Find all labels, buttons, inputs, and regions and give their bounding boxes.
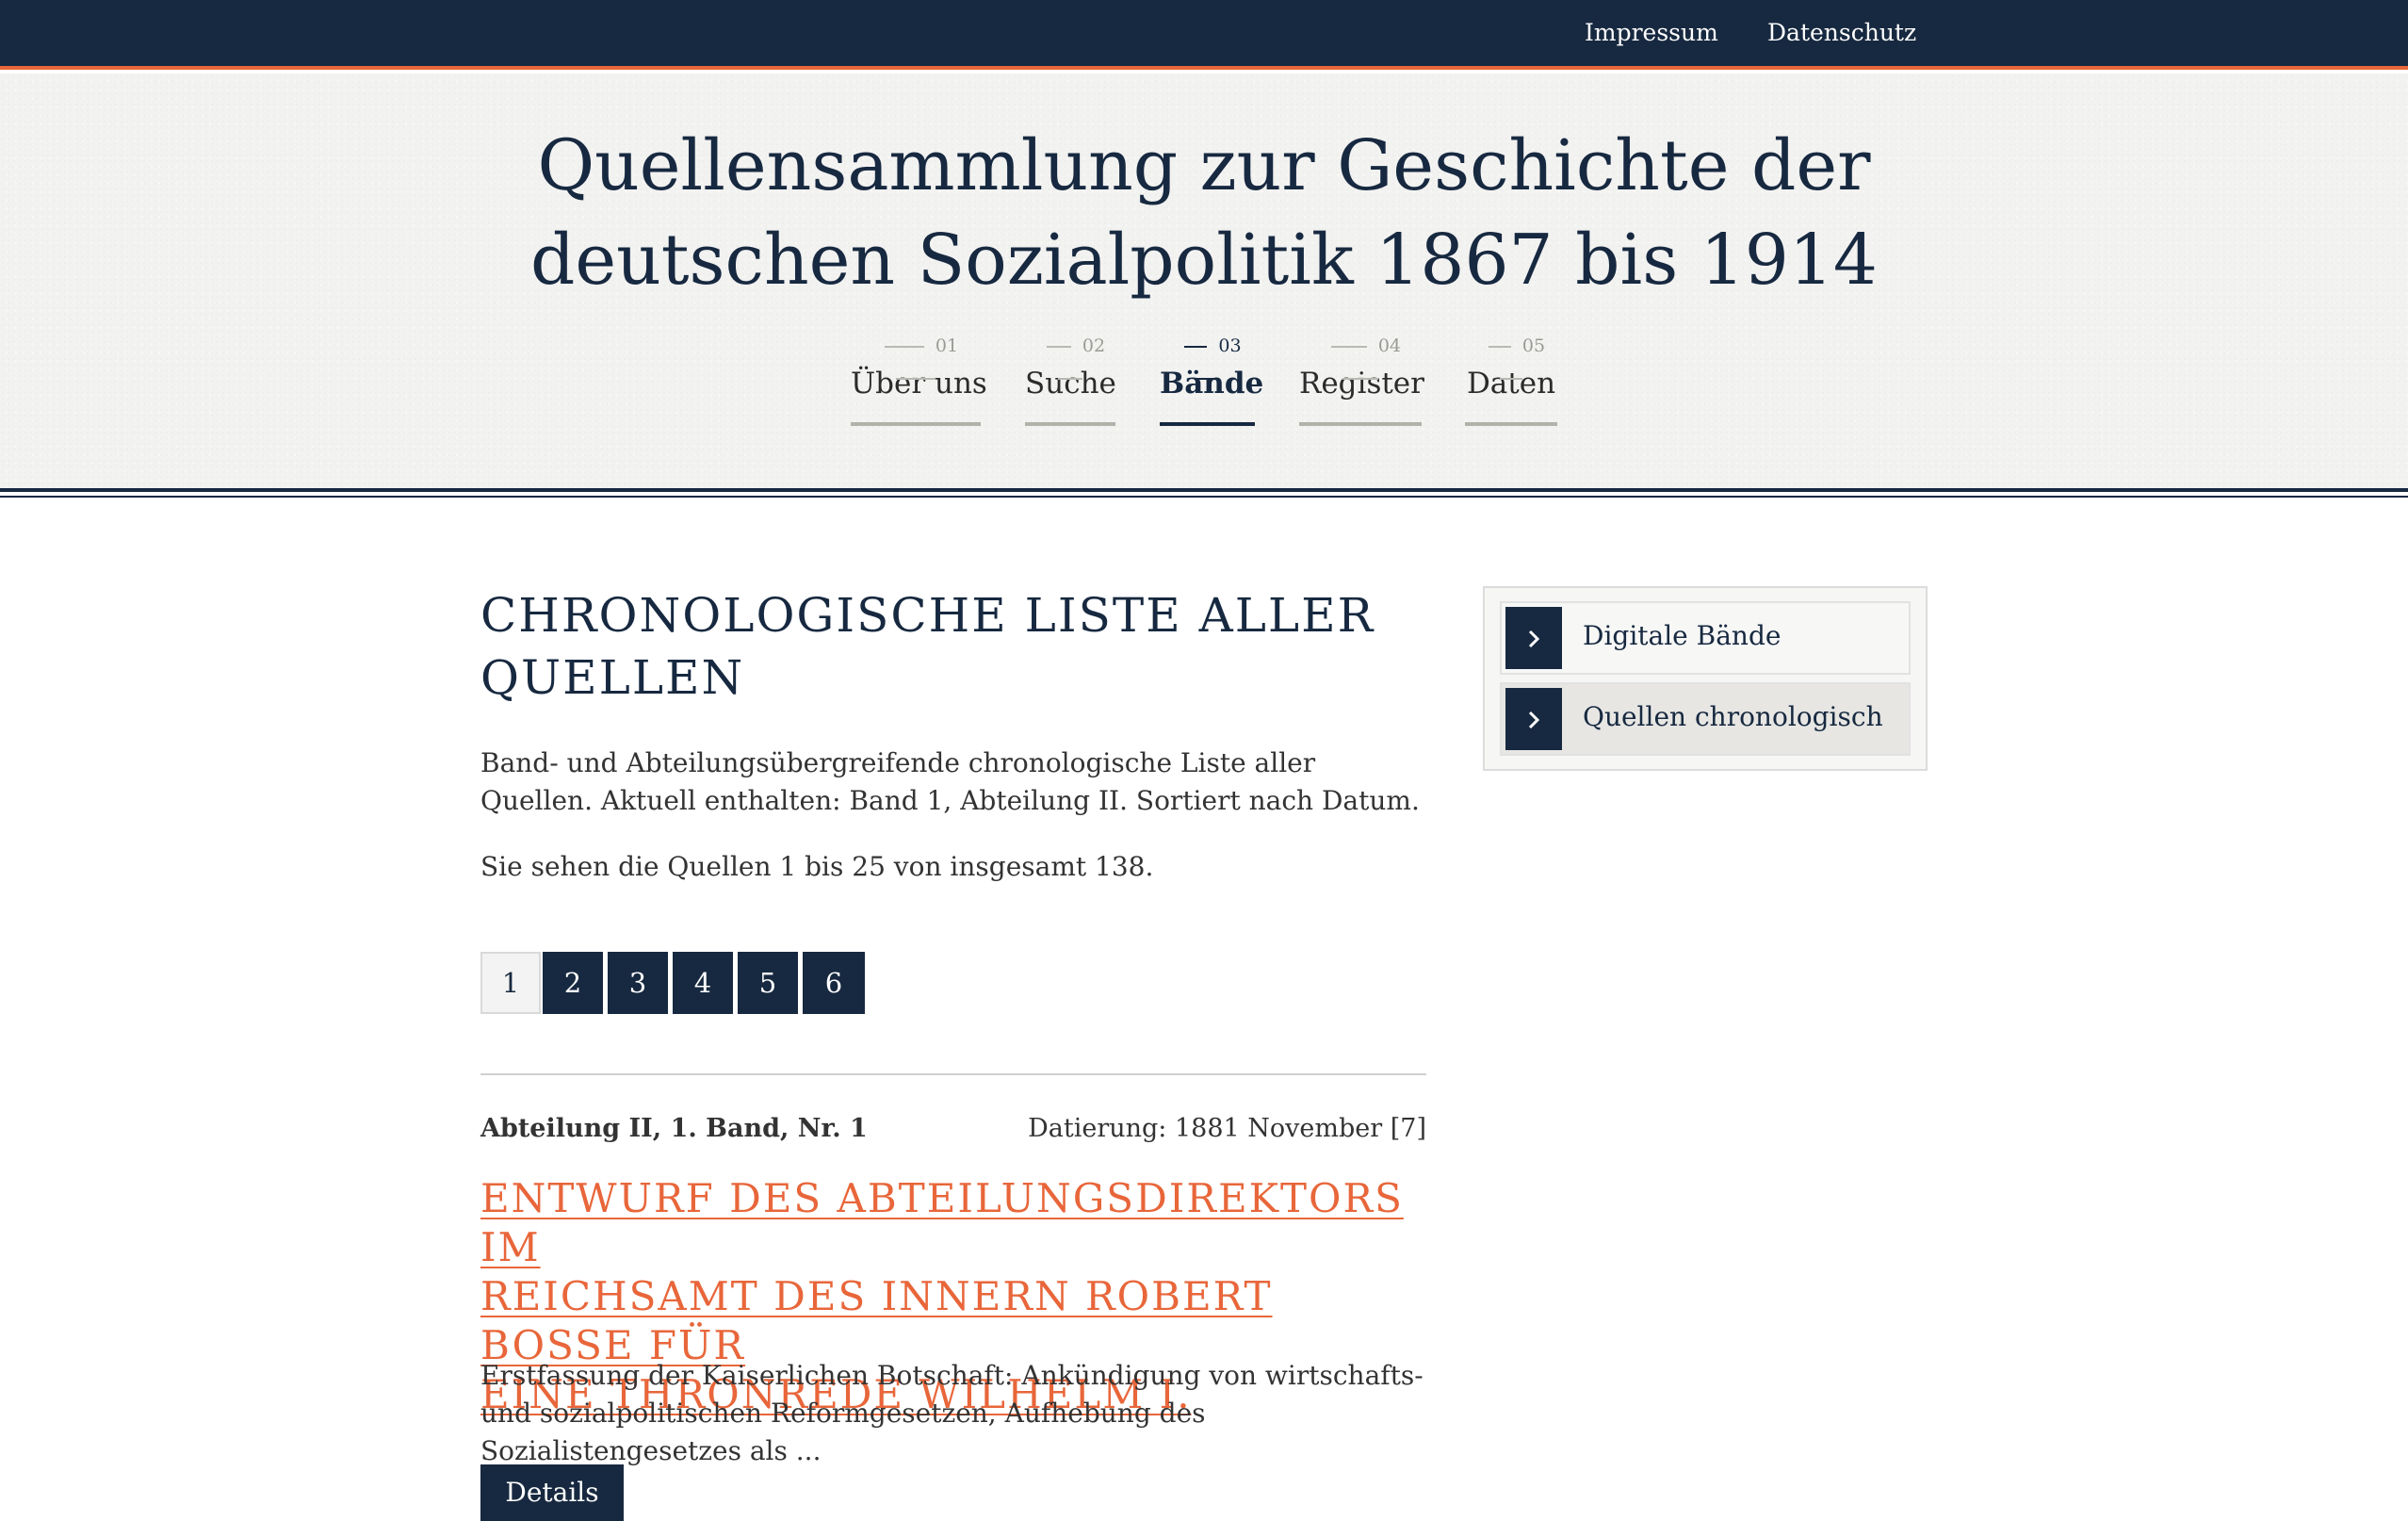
page-title-line: CHRONOLOGISCHE LISTE ALLER — [480, 588, 1375, 643]
chevron-right-icon — [1505, 688, 1562, 750]
sidebar-item-quellen-chronologisch[interactable]: Quellen chronologisch — [1500, 682, 1911, 756]
site-title[interactable]: Quellensammlung zur Geschichte der deuts… — [0, 119, 2408, 307]
page-button[interactable]: 2 — [543, 952, 603, 1014]
nav-item-ueber-uns[interactable]: 01 Über uns — [851, 330, 987, 426]
page-button[interactable]: 6 — [803, 952, 865, 1014]
entry-excerpt: Erstfassung der Kaiserlichen Botschaft: … — [480, 1360, 1424, 1466]
sidebar-item-label: Quellen chronologisch — [1583, 701, 1883, 732]
chevron-right-icon — [1505, 607, 1562, 669]
intro-text: Band- und Abteilungsübergreifende chrono… — [480, 747, 1420, 816]
details-button[interactable]: Details — [480, 1464, 624, 1521]
entry-title-line: REICHSAMT DES INNERN ROBERT BOSSE FÜR — [480, 1273, 1273, 1368]
main-nav: 01 Über uns 02 Suche 03 Bände 04 Registe… — [0, 330, 2408, 443]
page-button[interactable]: 3 — [608, 952, 668, 1014]
nav-number: 03 — [1160, 330, 1255, 380]
site-title-line: Quellensammlung zur Geschichte der — [537, 125, 1871, 206]
entry-reference: Abteilung II, 1. Band, Nr. 1 — [480, 1114, 868, 1143]
page-button[interactable]: 5 — [738, 952, 798, 1014]
page-button-current[interactable]: 1 — [480, 952, 541, 1014]
impressum-link[interactable]: Impressum — [1585, 19, 1718, 46]
site-title-line: deutschen Sozialpolitik 1867 bis 1914 — [529, 220, 1879, 301]
nav-number: 04 — [1299, 330, 1422, 380]
entry-title-line: ENTWURF DES ABTEILUNGSDIREKTORS IM — [480, 1175, 1404, 1270]
nav-item-register[interactable]: 04 Register — [1299, 330, 1424, 426]
nav-number: 01 — [851, 330, 981, 380]
sidebar-item-digitale-baende[interactable]: Digitale Bände — [1500, 601, 1911, 675]
nav-item-daten[interactable]: 05 Daten — [1465, 330, 1557, 426]
page-title-line: QUELLEN — [480, 650, 745, 705]
result-count: Sie sehen die Quellen 1 bis 25 von insge… — [480, 851, 1154, 882]
nav-item-baende[interactable]: 03 Bände — [1160, 330, 1263, 426]
top-bar: Impressum Datenschutz — [0, 0, 2408, 70]
page-title: CHRONOLOGISCHE LISTE ALLER QUELLEN — [480, 584, 1426, 709]
list-divider — [480, 1073, 1426, 1075]
entry-date: Datierung: 1881 November [7] — [1028, 1114, 1426, 1143]
nav-number: 05 — [1465, 330, 1557, 380]
main-content: CHRONOLOGISCHE LISTE ALLER QUELLEN Band-… — [480, 584, 1426, 886]
nav-number: 02 — [1025, 330, 1115, 380]
sidebar-item-label: Digitale Bände — [1583, 620, 1782, 651]
page-button[interactable]: 4 — [673, 952, 733, 1014]
header-divider — [0, 488, 2408, 498]
entry-meta: Abteilung II, 1. Band, Nr. 1 Datierung: … — [480, 1114, 1426, 1152]
datenschutz-link[interactable]: Datenschutz — [1767, 19, 1916, 46]
nav-item-suche[interactable]: 02 Suche — [1025, 330, 1116, 426]
sidebar-menu: Digitale Bände Quellen chronologisch — [1483, 586, 1928, 771]
